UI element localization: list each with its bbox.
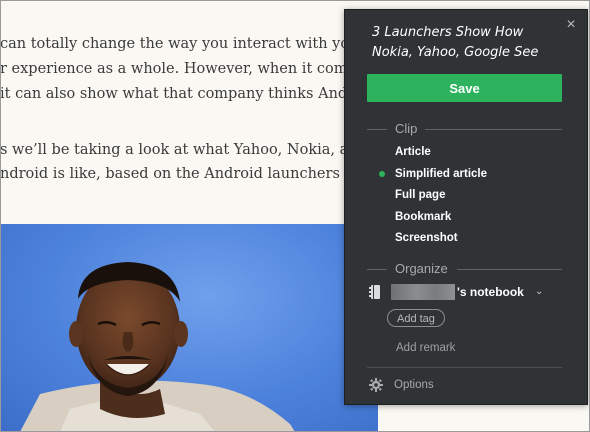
clip-section-label: Clip — [395, 121, 418, 136]
save-button[interactable]: Save — [367, 74, 562, 102]
section-divider — [425, 129, 562, 130]
chevron-down-icon: ⌄ — [535, 286, 544, 297]
selected-dot-icon — [379, 171, 385, 177]
clip-option-article[interactable]: Article — [395, 142, 555, 162]
section-divider — [367, 129, 387, 130]
redacted-owner-name — [391, 284, 455, 300]
options-label: Options — [394, 379, 434, 391]
clip-option-bookmark[interactable]: Bookmark — [395, 207, 555, 227]
organize-section-header: Organize — [367, 260, 562, 276]
section-divider — [367, 269, 387, 270]
options-button[interactable]: Options — [369, 376, 489, 394]
smiling-man-photo — [20, 262, 295, 432]
clip-title[interactable]: 3 Launchers Show How Nokia, Yahoo, Googl… — [372, 23, 562, 63]
notebook-name: 's notebook — [457, 285, 524, 299]
add-remark-field[interactable]: Add remark — [396, 339, 455, 357]
footer-divider — [367, 367, 562, 368]
close-icon[interactable]: × — [562, 16, 580, 34]
notebook-icon — [369, 285, 380, 299]
add-tag-button[interactable]: Add tag — [387, 309, 445, 327]
article-line: s we’ll be taking a look at what Yahoo, … — [0, 142, 401, 158]
section-divider — [457, 269, 562, 270]
organize-section-label: Organize — [395, 261, 448, 276]
clip-section-header: Clip — [367, 120, 562, 136]
article-hero-image — [0, 224, 378, 432]
clip-option-screenshot[interactable]: Screenshot — [395, 228, 555, 248]
gear-icon — [369, 378, 383, 392]
clip-option-full-page[interactable]: Full page — [395, 185, 555, 205]
clip-option-simplified-article[interactable]: Simplified article — [395, 164, 555, 184]
web-clipper-panel: 3 Launchers Show How Nokia, Yahoo, Googl… — [344, 9, 588, 405]
notebook-selector[interactable]: 's notebook ⌄ — [367, 282, 562, 302]
